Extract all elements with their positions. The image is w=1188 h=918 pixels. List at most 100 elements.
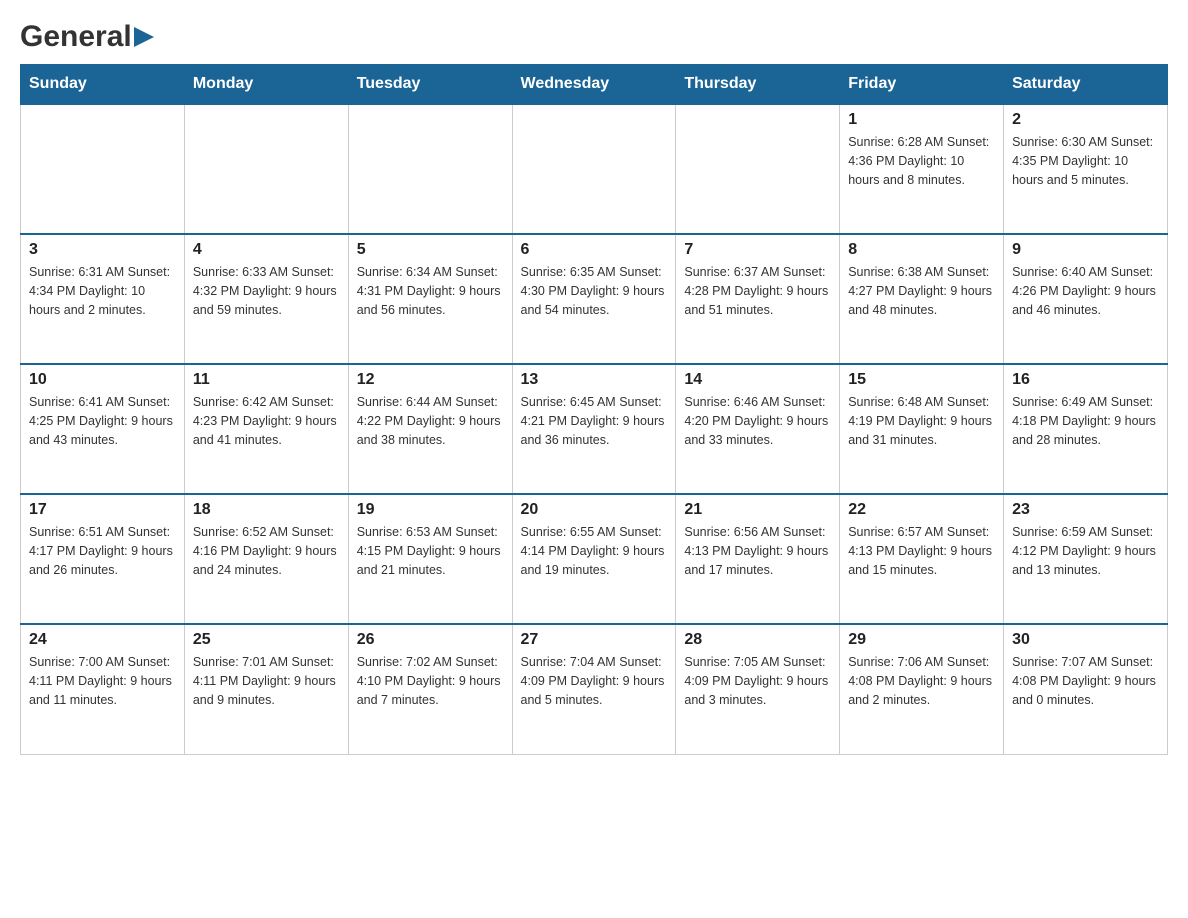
day-number: 9: [1012, 241, 1159, 259]
day-number: 18: [193, 501, 340, 519]
logo-general-text: General: [20, 20, 132, 54]
day-number: 8: [848, 241, 995, 259]
logo: General: [20, 20, 154, 54]
calendar-cell: 12 Sunrise: 6:44 AM Sunset: 4:22 PM Dayli…: [348, 364, 512, 494]
calendar-cell: 17 Sunrise: 6:51 AM Sunset: 4:17 PM Dayli…: [21, 494, 185, 624]
day-info: Sunrise: 7:06 AM Sunset: 4:08 PM Dayligh…: [848, 653, 995, 709]
weekday-header-saturday: Saturday: [1004, 65, 1168, 105]
day-info: Sunrise: 7:05 AM Sunset: 4:09 PM Dayligh…: [684, 653, 831, 709]
calendar-cell: 30 Sunrise: 7:07 AM Sunset: 4:08 PM Dayli…: [1004, 624, 1168, 754]
day-info: Sunrise: 6:59 AM Sunset: 4:12 PM Dayligh…: [1012, 523, 1159, 579]
weekday-header-sunday: Sunday: [21, 65, 185, 105]
day-number: 15: [848, 371, 995, 389]
day-number: 27: [521, 631, 668, 649]
day-info: Sunrise: 7:01 AM Sunset: 4:11 PM Dayligh…: [193, 653, 340, 709]
day-info: Sunrise: 6:53 AM Sunset: 4:15 PM Dayligh…: [357, 523, 504, 579]
weekday-header-tuesday: Tuesday: [348, 65, 512, 105]
day-info: Sunrise: 6:31 AM Sunset: 4:34 PM Dayligh…: [29, 263, 176, 319]
calendar-cell: 15 Sunrise: 6:48 AM Sunset: 4:19 PM Dayli…: [840, 364, 1004, 494]
day-number: 17: [29, 501, 176, 519]
day-info: Sunrise: 6:40 AM Sunset: 4:26 PM Dayligh…: [1012, 263, 1159, 319]
day-info: Sunrise: 6:33 AM Sunset: 4:32 PM Dayligh…: [193, 263, 340, 319]
day-info: Sunrise: 7:04 AM Sunset: 4:09 PM Dayligh…: [521, 653, 668, 709]
day-info: Sunrise: 6:55 AM Sunset: 4:14 PM Dayligh…: [521, 523, 668, 579]
day-info: Sunrise: 7:02 AM Sunset: 4:10 PM Dayligh…: [357, 653, 504, 709]
day-info: Sunrise: 7:07 AM Sunset: 4:08 PM Dayligh…: [1012, 653, 1159, 709]
day-number: 25: [193, 631, 340, 649]
calendar-cell: 27 Sunrise: 7:04 AM Sunset: 4:09 PM Dayli…: [512, 624, 676, 754]
calendar-cell: 4 Sunrise: 6:33 AM Sunset: 4:32 PM Daylig…: [184, 234, 348, 364]
day-number: 26: [357, 631, 504, 649]
calendar-week-1: 1 Sunrise: 6:28 AM Sunset: 4:36 PM Daylig…: [21, 104, 1168, 234]
day-number: 7: [684, 241, 831, 259]
calendar-cell: 7 Sunrise: 6:37 AM Sunset: 4:28 PM Daylig…: [676, 234, 840, 364]
day-number: 3: [29, 241, 176, 259]
calendar-cell: [348, 104, 512, 234]
day-info: Sunrise: 6:49 AM Sunset: 4:18 PM Dayligh…: [1012, 393, 1159, 449]
day-info: Sunrise: 6:42 AM Sunset: 4:23 PM Dayligh…: [193, 393, 340, 449]
day-info: Sunrise: 6:41 AM Sunset: 4:25 PM Dayligh…: [29, 393, 176, 449]
day-number: 21: [684, 501, 831, 519]
calendar-cell: 10Sunrise: 6:41 AM Sunset: 4:25 PM Dayli…: [21, 364, 185, 494]
day-number: 30: [1012, 631, 1159, 649]
calendar-cell: [184, 104, 348, 234]
day-number: 12: [357, 371, 504, 389]
page-header: General: [20, 20, 1168, 54]
day-number: 20: [521, 501, 668, 519]
day-number: 6: [521, 241, 668, 259]
weekday-header-monday: Monday: [184, 65, 348, 105]
calendar-week-2: 3 Sunrise: 6:31 AM Sunset: 4:34 PM Daylig…: [21, 234, 1168, 364]
day-number: 22: [848, 501, 995, 519]
day-info: Sunrise: 6:51 AM Sunset: 4:17 PM Dayligh…: [29, 523, 176, 579]
calendar-cell: 13 Sunrise: 6:45 AM Sunset: 4:21 PM Dayli…: [512, 364, 676, 494]
day-info: Sunrise: 6:30 AM Sunset: 4:35 PM Dayligh…: [1012, 133, 1159, 189]
day-info: Sunrise: 6:52 AM Sunset: 4:16 PM Dayligh…: [193, 523, 340, 579]
day-info: Sunrise: 6:37 AM Sunset: 4:28 PM Dayligh…: [684, 263, 831, 319]
day-info: Sunrise: 6:48 AM Sunset: 4:19 PM Dayligh…: [848, 393, 995, 449]
day-info: Sunrise: 6:46 AM Sunset: 4:20 PM Dayligh…: [684, 393, 831, 449]
calendar-cell: 5 Sunrise: 6:34 AM Sunset: 4:31 PM Daylig…: [348, 234, 512, 364]
calendar-week-5: 24 Sunrise: 7:00 AM Sunset: 4:11 PM Dayli…: [21, 624, 1168, 754]
calendar-cell: 18 Sunrise: 6:52 AM Sunset: 4:16 PM Dayli…: [184, 494, 348, 624]
calendar-cell: 28Sunrise: 7:05 AM Sunset: 4:09 PM Dayli…: [676, 624, 840, 754]
day-number: 5: [357, 241, 504, 259]
calendar-cell: 9 Sunrise: 6:40 AM Sunset: 4:26 PM Daylig…: [1004, 234, 1168, 364]
calendar-cell: 6 Sunrise: 6:35 AM Sunset: 4:30 PM Daylig…: [512, 234, 676, 364]
day-number: 2: [1012, 111, 1159, 129]
day-number: 24: [29, 631, 176, 649]
day-info: Sunrise: 6:35 AM Sunset: 4:30 PM Dayligh…: [521, 263, 668, 319]
calendar-cell: 21 Sunrise: 6:56 AM Sunset: 4:13 PM Dayli…: [676, 494, 840, 624]
calendar-cell: 29 Sunrise: 7:06 AM Sunset: 4:08 PM Dayli…: [840, 624, 1004, 754]
calendar-cell: 2 Sunrise: 6:30 AM Sunset: 4:35 PM Daylig…: [1004, 104, 1168, 234]
day-number: 29: [848, 631, 995, 649]
day-number: 1: [848, 111, 995, 129]
day-number: 4: [193, 241, 340, 259]
day-number: 13: [521, 371, 668, 389]
day-info: Sunrise: 6:28 AM Sunset: 4:36 PM Dayligh…: [848, 133, 995, 189]
calendar-week-4: 17 Sunrise: 6:51 AM Sunset: 4:17 PM Dayli…: [21, 494, 1168, 624]
calendar-cell: 24 Sunrise: 7:00 AM Sunset: 4:11 PM Dayli…: [21, 624, 185, 754]
weekday-header-thursday: Thursday: [676, 65, 840, 105]
day-number: 23: [1012, 501, 1159, 519]
day-number: 16: [1012, 371, 1159, 389]
day-info: Sunrise: 6:56 AM Sunset: 4:13 PM Dayligh…: [684, 523, 831, 579]
calendar-cell: 25 Sunrise: 7:01 AM Sunset: 4:11 PM Dayli…: [184, 624, 348, 754]
day-info: Sunrise: 6:38 AM Sunset: 4:27 PM Dayligh…: [848, 263, 995, 319]
day-info: Sunrise: 6:45 AM Sunset: 4:21 PM Dayligh…: [521, 393, 668, 449]
calendar-cell: 19 Sunrise: 6:53 AM Sunset: 4:15 PM Dayli…: [348, 494, 512, 624]
calendar-cell: [512, 104, 676, 234]
calendar-cell: 26 Sunrise: 7:02 AM Sunset: 4:10 PM Dayli…: [348, 624, 512, 754]
day-info: Sunrise: 6:34 AM Sunset: 4:31 PM Dayligh…: [357, 263, 504, 319]
day-info: Sunrise: 7:00 AM Sunset: 4:11 PM Dayligh…: [29, 653, 176, 709]
calendar-cell: [21, 104, 185, 234]
day-number: 19: [357, 501, 504, 519]
calendar-cell: 14 Sunrise: 6:46 AM Sunset: 4:20 PM Dayli…: [676, 364, 840, 494]
day-number: 14: [684, 371, 831, 389]
day-info: Sunrise: 6:44 AM Sunset: 4:22 PM Dayligh…: [357, 393, 504, 449]
calendar-cell: 1 Sunrise: 6:28 AM Sunset: 4:36 PM Daylig…: [840, 104, 1004, 234]
calendar-cell: 11Sunrise: 6:42 AM Sunset: 4:23 PM Dayli…: [184, 364, 348, 494]
calendar-cell: 22Sunrise: 6:57 AM Sunset: 4:13 PM Dayli…: [840, 494, 1004, 624]
weekday-header-wednesday: Wednesday: [512, 65, 676, 105]
calendar-cell: 8 Sunrise: 6:38 AM Sunset: 4:27 PM Daylig…: [840, 234, 1004, 364]
calendar-table: SundayMondayTuesdayWednesdayThursdayFrid…: [20, 64, 1168, 755]
